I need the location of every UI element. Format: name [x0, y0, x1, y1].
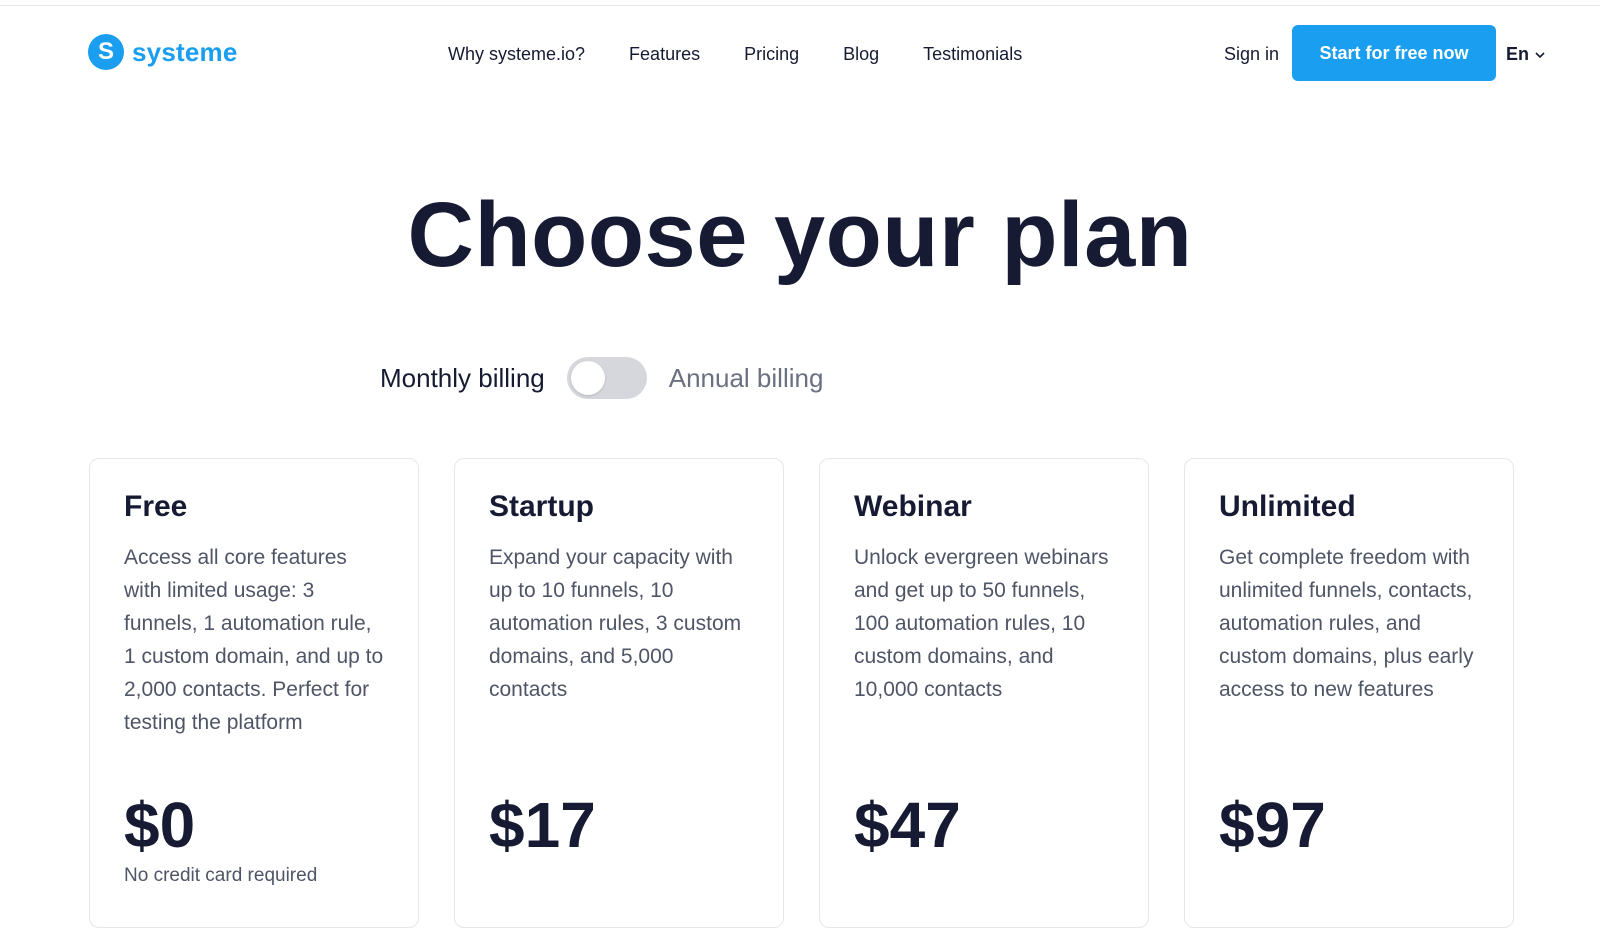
plan-name: Free: [124, 490, 188, 523]
plan-card-webinar[interactable]: Webinar Unlock evergreen webinars and ge…: [819, 458, 1149, 928]
nav-why-systeme[interactable]: Why systeme.io?: [448, 41, 585, 67]
plan-description: Unlock evergreen webinars and get up to …: [854, 546, 1109, 701]
chevron-down-icon: [1535, 51, 1545, 59]
plan-price: $47: [854, 789, 961, 861]
main-nav: Why systeme.io? Features Pricing Blog Te…: [448, 41, 1066, 67]
plan-description: Access all core features with limited us…: [124, 546, 384, 734]
pricing-plans: Free Access all core features with limit…: [89, 458, 1514, 928]
billing-toggle-switch[interactable]: [566, 357, 647, 399]
plan-description: Get complete freedom with unlimited funn…: [1219, 546, 1474, 701]
plan-card-free[interactable]: Free Access all core features with limit…: [89, 458, 419, 928]
plan-card-startup[interactable]: Startup Expand your capacity with up to …: [454, 458, 784, 928]
systeme-logo[interactable]: S systeme: [88, 34, 237, 70]
page-title: Choose your plan: [407, 184, 1193, 286]
plan-card-unlimited[interactable]: Unlimited Get complete freedom with unli…: [1184, 458, 1514, 928]
monthly-billing-label: Monthly billing: [380, 362, 545, 393]
annual-billing-label: Annual billing: [668, 362, 824, 393]
nav-blog[interactable]: Blog: [843, 41, 879, 67]
logo-wordmark: systeme: [132, 36, 238, 67]
nav-features[interactable]: Features: [629, 41, 700, 67]
language-label: En: [1506, 44, 1530, 64]
plan-name: Startup: [489, 490, 594, 523]
billing-toggle-group: Monthly billing Annual billing: [380, 354, 823, 402]
toggle-knob: [570, 361, 605, 395]
nav-testimonials[interactable]: Testimonials: [923, 41, 1022, 67]
plan-price: $0: [124, 789, 196, 861]
plan-description: Expand your capacity with up to 10 funne…: [489, 546, 742, 701]
plan-price: $17: [489, 789, 596, 861]
plan-name: Unlimited: [1219, 490, 1356, 523]
logo-mark-icon: S: [88, 34, 124, 70]
language-selector[interactable]: En: [1506, 44, 1545, 65]
plan-name: Webinar: [854, 490, 972, 523]
site-header: S systeme Why systeme.io? Features Prici…: [0, 0, 1600, 106]
start-free-button[interactable]: Start for free now: [1292, 25, 1496, 81]
plan-note: No credit card required: [124, 865, 318, 886]
sign-in-link[interactable]: Sign in: [1224, 41, 1279, 67]
plan-price: $97: [1219, 789, 1326, 861]
nav-pricing[interactable]: Pricing: [744, 41, 799, 67]
